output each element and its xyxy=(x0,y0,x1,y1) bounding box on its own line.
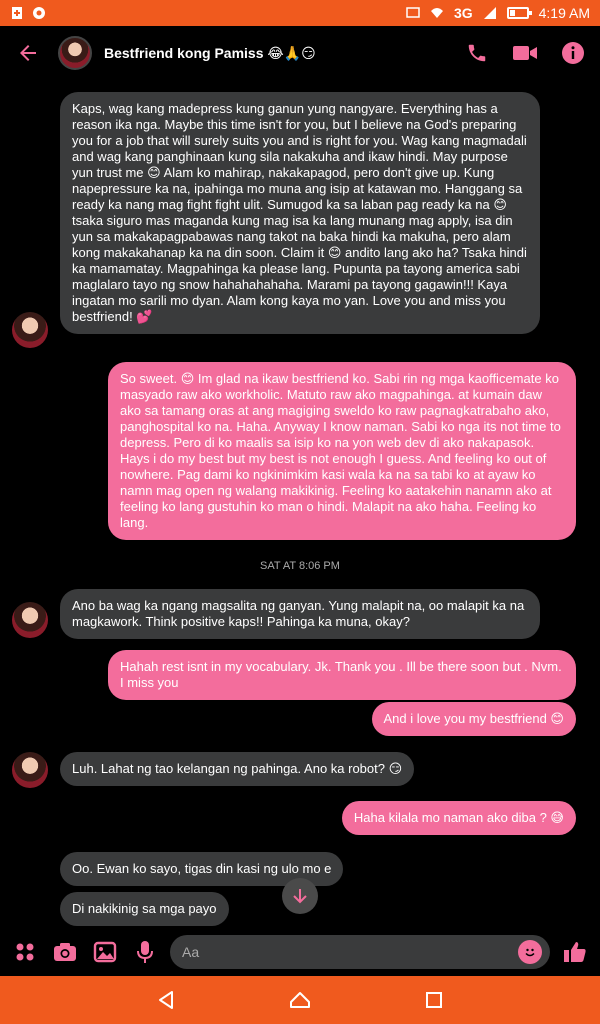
grid-dots-icon xyxy=(16,943,34,961)
message-list[interactable]: Kaps, wag kang madepress kung ganun yung… xyxy=(0,80,600,928)
camera-icon xyxy=(54,943,76,961)
wifi-icon xyxy=(430,8,443,18)
status-time: 4:19 AM xyxy=(538,5,590,21)
voice-call-button[interactable] xyxy=(464,40,490,66)
info-icon xyxy=(562,42,584,64)
video-call-button[interactable] xyxy=(512,40,538,66)
back-arrow-icon xyxy=(20,45,36,61)
message-input-wrap xyxy=(170,935,550,969)
emoji-icon xyxy=(525,948,535,957)
like-button[interactable] xyxy=(560,937,590,967)
nav-recents-button[interactable] xyxy=(422,988,446,1012)
triangle-back-icon xyxy=(159,991,173,1009)
camera-button[interactable] xyxy=(50,937,80,967)
timestamp: SAT AT 8:06 PM xyxy=(260,560,340,572)
message-incoming[interactable]: Luh. Lahat ng tao kelangan ng pahinga. A… xyxy=(60,752,415,786)
phone-icon xyxy=(468,44,486,62)
status-bar: 3G 4:19 AM xyxy=(0,0,600,26)
contact-avatar-small xyxy=(12,312,48,348)
message-outgoing[interactable]: Haha kilala mo naman ako diba ? 😅 xyxy=(341,801,576,835)
nav-home-button[interactable] xyxy=(288,988,312,1012)
more-actions-button[interactable] xyxy=(10,937,40,967)
scroll-to-bottom-button[interactable] xyxy=(282,878,318,914)
signal-icon xyxy=(483,7,496,19)
contact-name[interactable]: Bestfriend kong Pamiss 😂🙏😏 xyxy=(104,45,464,62)
battery-icon xyxy=(506,7,532,19)
info-button[interactable] xyxy=(560,40,586,66)
image-icon xyxy=(93,941,117,963)
chrome-icon xyxy=(33,7,45,19)
home-icon xyxy=(290,992,310,1008)
video-camera-icon xyxy=(513,46,537,60)
contact-avatar-small xyxy=(12,752,48,788)
thumbs-up-icon xyxy=(564,942,586,962)
system-navigation-bar xyxy=(0,976,600,1024)
square-recents-icon xyxy=(426,992,442,1008)
message-incoming[interactable]: Kaps, wag kang madepress kung ganun yung… xyxy=(60,92,540,334)
microphone-icon xyxy=(137,941,153,963)
battery-saver-icon xyxy=(12,7,22,19)
message-composer xyxy=(0,928,600,976)
network-type: 3G xyxy=(453,5,473,21)
message-input[interactable] xyxy=(182,944,518,960)
conversation-header: Bestfriend kong Pamiss 😂🙏😏 xyxy=(0,26,600,80)
back-button[interactable] xyxy=(14,39,42,67)
message-incoming[interactable]: Di nakikinig sa mga payo xyxy=(60,892,229,926)
arrow-down-icon xyxy=(293,889,307,904)
voice-record-button[interactable] xyxy=(130,937,160,967)
contact-avatar[interactable] xyxy=(58,36,92,70)
message-incoming[interactable]: Ano ba wag ka ngang magsalita ng ganyan.… xyxy=(60,589,540,639)
message-outgoing[interactable]: Hahah rest isnt in my vocabulary. Jk. Th… xyxy=(108,650,576,700)
message-outgoing[interactable]: So sweet. 😊 Im glad na ikaw bestfriend k… xyxy=(108,362,576,540)
nav-back-button[interactable] xyxy=(154,988,178,1012)
contact-avatar-small xyxy=(12,602,48,638)
message-outgoing[interactable]: And i love you my bestfriend 😊 xyxy=(371,702,576,736)
gallery-button[interactable] xyxy=(90,937,120,967)
cast-icon xyxy=(406,7,420,18)
emoji-button[interactable] xyxy=(518,940,542,964)
